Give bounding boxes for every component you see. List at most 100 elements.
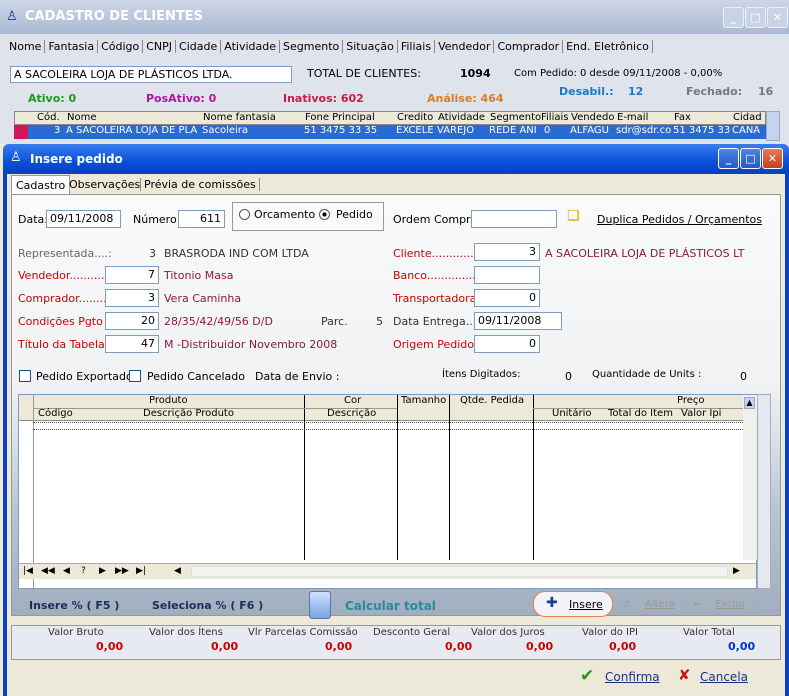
table-row[interactable]: 3 A SACOLEIRA LOJA DE PLA Sacoleira 51 3… [14,125,766,139]
cell: 51 3475 33 [673,125,731,136]
bg-tab[interactable]: Fantasia [45,40,99,53]
representada-code: 3 [149,247,156,260]
pedido-cancelado-checkbox[interactable] [129,370,141,382]
bg-tab[interactable]: Atividade [221,40,281,53]
cliente-input[interactable]: 3 [474,243,540,261]
col-header[interactable]: Fone Principal [305,112,375,123]
bg-tab[interactable]: CNPJ [143,40,177,53]
col-header[interactable]: Credito [397,112,433,123]
col-header[interactable]: Atividade [438,112,485,123]
ordem-compra-label: Ordem Compra: [393,213,482,226]
altera-button[interactable]: ⚠ Altera [618,596,684,614]
titulo-tabela-input[interactable]: 47 [105,335,159,353]
dialog-close-button[interactable]: ✕ [762,148,783,169]
table-row[interactable] [33,422,743,430]
pedido-exportado-label[interactable]: Pedido Exportado [36,370,133,383]
bg-tab[interactable]: End. Eletrônico [563,40,653,53]
grid-header-preco: Preço [677,395,705,406]
pedido-exportado-checkbox[interactable] [19,370,31,382]
bg-minimize-button[interactable]: _ [723,7,744,28]
orcamento-label[interactable]: Orcamento [254,208,315,221]
bg-search-tabs[interactable]: Nome Fantasia Código CNPJ Cidade Atividade Seg… [6,40,653,53]
insere-button[interactable]: ✚ Insere [533,591,613,617]
vendedor-input[interactable]: 7 [105,266,159,284]
bg-tab[interactable]: Código [98,40,144,53]
nav-help-button[interactable]: ? [81,566,86,576]
bg-tab[interactable]: Filiais [398,40,436,53]
bg-scrollbar[interactable] [766,111,780,141]
bg-tab[interactable]: Situação [343,40,398,53]
dialog-minimize-button[interactable]: _ [718,148,739,169]
tab-previa-comissoes[interactable]: Prévia de comissões [140,178,260,191]
bg-maximize-button[interactable]: □ [745,7,766,28]
col-header[interactable]: Vendedo [571,112,615,123]
calculator-icon[interactable] [309,591,331,619]
banco-input[interactable] [474,266,540,284]
grid-vertical-scrollbar[interactable]: ▲ [743,395,757,560]
itens-digitados-value: 0 [565,370,572,383]
vendedor-name: Titonio Masa [164,269,234,282]
col-header[interactable]: Segmento [490,112,541,123]
insere-label: Insere [569,598,603,611]
calcular-total-button[interactable]: Calcular total [345,599,436,613]
nav-next-button[interactable]: ▶ [99,566,106,576]
bg-search-input[interactable]: A SACOLEIRA LOJA DE PLÁSTICOS LTDA. [10,66,292,83]
app-icon: ♙ [6,9,18,24]
cancela-button[interactable]: Cancela [700,670,748,684]
cell: 0 [544,125,551,136]
bg-tab[interactable]: Nome [6,40,46,53]
cancel-x-icon[interactable]: ✘ [678,666,691,684]
grid-header-codigo: Código [38,408,73,419]
col-header[interactable]: Filiais [541,112,568,123]
nav-next-page-button[interactable]: ▶▶ [115,566,129,576]
nav-prior-page-button[interactable]: ◀◀ [41,566,55,576]
nav-prior-button[interactable]: ◀ [63,566,70,576]
confirma-button[interactable]: Confirma [605,670,660,684]
tab-cadastro[interactable]: Cadastro [11,175,71,195]
items-grid[interactable]: Produto Código Descrição Produto Cor Des… [18,394,757,590]
col-header[interactable]: Cód. [37,112,60,123]
col-header[interactable]: E-mail [617,112,648,123]
transportadora-input[interactable]: 0 [474,289,540,307]
nav-first-button[interactable]: |◀ [23,566,33,576]
col-header[interactable]: Fax [674,112,691,123]
pedido-radio[interactable] [319,209,330,220]
grid-horizontal-scrollbar[interactable] [191,566,728,577]
bg-tab[interactable]: Comprador [494,40,564,53]
ordem-compra-input[interactable] [471,210,557,228]
col-header[interactable]: Nome fantasia [203,112,276,123]
dialog-maximize-button[interactable]: □ [740,148,761,169]
checkmark-icon[interactable]: ✔ [580,666,594,686]
panel-scrollbar[interactable] [757,394,771,589]
vlr-parcelas-comissao-value: 0,00 [325,640,353,653]
plus-icon: ✚ [546,595,558,611]
col-header[interactable]: Cidad [733,112,762,123]
nav-last-button[interactable]: ▶| [136,566,146,576]
col-header[interactable]: Nome [67,112,97,123]
pedido-label[interactable]: Pedido [336,208,373,221]
hscroll-left-icon[interactable]: ◀ [174,566,181,576]
tab-observacoes[interactable]: Observações [69,178,140,191]
exclui-button[interactable]: ⇐ Exclui [688,596,754,614]
bg-tab[interactable]: Vendedor [435,40,495,53]
duplica-pedidos-button[interactable]: Duplica Pedidos / Orçamentos [597,213,762,226]
bg-tab[interactable]: Segmento [280,40,344,53]
orcamento-radio[interactable] [239,209,250,220]
comprador-input[interactable]: 3 [105,289,159,307]
origem-pedido-input[interactable]: 0 [474,335,540,353]
grid-header-cor-descricao: Descrição [327,408,377,419]
comprador-name: Vera Caminha [164,292,242,305]
bg-tab[interactable]: Cidade [176,40,222,53]
hscroll-right-icon[interactable]: ▶ [733,566,740,576]
numero-input[interactable]: 611 [178,210,225,228]
bg-close-button[interactable]: ✕ [767,7,788,28]
data-entrega-input[interactable]: 09/11/2008 [474,312,562,330]
valor-bruto-label: Valor Bruto [48,627,104,638]
insere-pedido-dialog: ♙ Insere pedido _ □ ✕ Cadastro Observaçõ… [3,144,789,696]
seleciona-percent-shortcut[interactable]: Seleciona % ( F6 ) [152,599,263,612]
pedido-cancelado-label[interactable]: Pedido Cancelado [147,370,245,383]
condicoes-pgto-input[interactable]: 20 [105,312,159,330]
duplica-icon[interactable]: ❏ [567,208,580,224]
insere-percent-shortcut[interactable]: Insere % ( F5 ) [29,599,119,612]
data-input[interactable]: 09/11/2008 [46,210,121,228]
